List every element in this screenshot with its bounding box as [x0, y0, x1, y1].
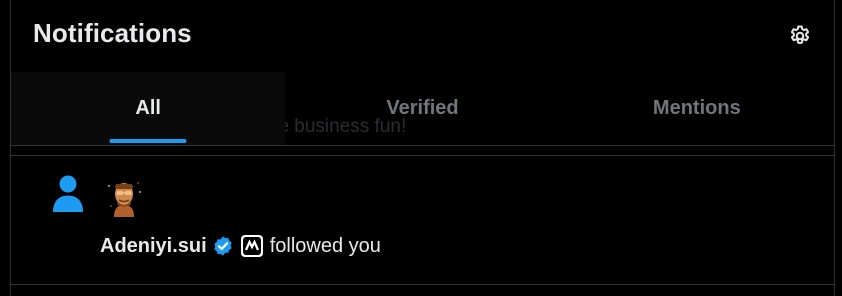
- affiliate-mark-icon: [242, 237, 261, 255]
- settings-button[interactable]: [783, 19, 817, 53]
- affiliate-logo-icon[interactable]: [240, 235, 263, 257]
- header: Notifications: [11, 0, 834, 72]
- tab-bar: All Verified Mentions: [11, 72, 834, 146]
- notification-text: Adeniyi.sui followed you: [100, 233, 381, 259]
- notifications-column: Notifications ourse, and experience busi…: [10, 0, 835, 296]
- person-icon: [53, 175, 83, 212]
- verified-badge-icon: [214, 236, 232, 256]
- tab-all-label: All: [135, 97, 161, 119]
- notification-item[interactable]: Adeniyi.sui followed you: [11, 156, 834, 284]
- tab-mentions[interactable]: Mentions: [560, 72, 834, 145]
- avatar[interactable]: [100, 174, 148, 222]
- active-tab-indicator: [109, 139, 187, 143]
- tab-verified[interactable]: Verified: [285, 72, 559, 145]
- divider: [11, 284, 834, 285]
- notification-action: followed you: [269, 234, 381, 257]
- tab-mentions-label: Mentions: [652, 97, 741, 119]
- user-name[interactable]: Adeniyi.sui: [100, 235, 207, 258]
- avatar-image: [100, 174, 148, 222]
- page-title: Notifications: [33, 18, 192, 48]
- gear-icon: [790, 25, 810, 44]
- tab-verified-label: Verified: [386, 97, 459, 119]
- tab-all[interactable]: All: [11, 72, 286, 145]
